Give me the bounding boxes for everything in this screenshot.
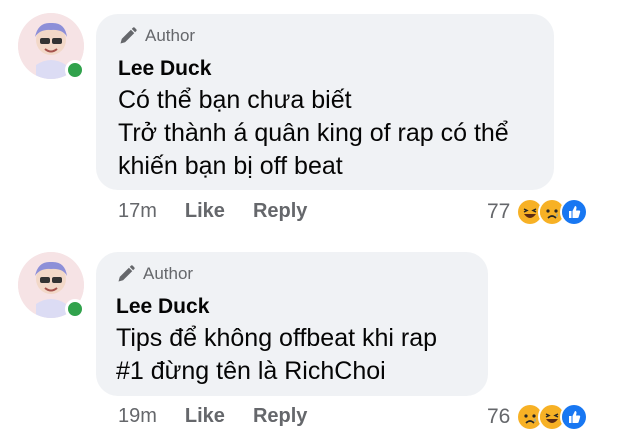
reaction-count: 76 — [487, 405, 511, 428]
comment-text: Có thể bạn chưa biết Trở thành á quân ki… — [118, 84, 509, 183]
commenter-name[interactable]: Lee Duck — [116, 295, 209, 319]
avatar[interactable] — [18, 13, 85, 80]
comment-line: khiến bạn bị off beat — [118, 152, 343, 180]
author-badge-label: Author — [145, 26, 196, 45]
like-icon — [560, 403, 589, 431]
avatar[interactable] — [18, 252, 85, 319]
reaction-summary[interactable]: 76 — [487, 403, 589, 431]
comment-bubble: Author Lee Duck Tips để không offbeat kh… — [96, 252, 488, 396]
comment-line: Tips để không offbeat khi rap — [116, 324, 438, 352]
comment-actions: 19m Like Reply — [118, 405, 335, 428]
author-badge-label: Author — [143, 264, 194, 283]
like-icon — [560, 198, 589, 226]
reply-button[interactable]: Reply — [253, 200, 307, 223]
pencil-icon — [120, 27, 137, 44]
comment-bubble: Author Lee Duck Có thể bạn chưa biết Trở… — [96, 14, 554, 190]
comment-line: Có thể bạn chưa biết — [118, 86, 352, 114]
comment-line: #1 đừng tên là RichChoi — [116, 357, 386, 385]
reaction-count: 77 — [487, 200, 511, 223]
commenter-name[interactable]: Lee Duck — [118, 57, 211, 81]
timestamp[interactable]: 19m — [118, 405, 157, 428]
online-status-dot — [65, 60, 85, 80]
comment-actions: 17m Like Reply — [118, 200, 335, 223]
comment-line: Trở thành á quân king of rap có thể — [118, 119, 509, 147]
online-status-dot — [65, 299, 85, 319]
like-button[interactable]: Like — [185, 200, 225, 223]
reply-button[interactable]: Reply — [253, 405, 307, 428]
timestamp[interactable]: 17m — [118, 200, 157, 223]
author-badge: Author — [118, 26, 195, 46]
comment-text: Tips để không offbeat khi rap #1 đừng tê… — [116, 322, 437, 388]
author-badge: Author — [116, 264, 193, 284]
reaction-summary[interactable]: 77 — [487, 198, 589, 226]
like-button[interactable]: Like — [185, 405, 225, 428]
pencil-icon — [118, 265, 135, 282]
